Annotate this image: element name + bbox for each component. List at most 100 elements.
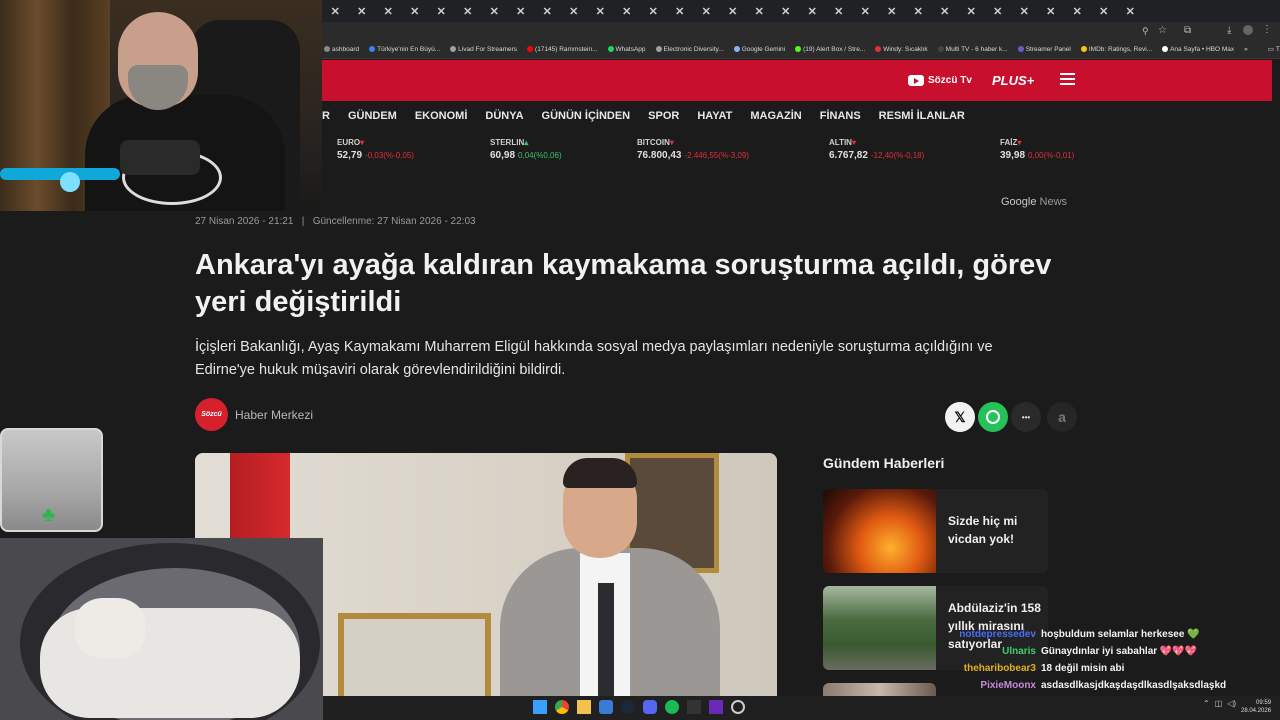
nav-item[interactable]: GÜNÜN İÇİNDEN	[542, 110, 631, 122]
google-news-link[interactable]: Google News	[1001, 196, 1067, 208]
bookmark-star-icon[interactable]: ☆	[1158, 25, 1167, 36]
share-more-button[interactable]: •••	[1011, 402, 1041, 432]
tab-close-icon[interactable]: ✕	[534, 5, 561, 18]
tab-close-icon[interactable]: ✕	[640, 5, 667, 18]
bookmark-item[interactable]: (19) Alert Box / Stre...	[795, 46, 865, 53]
tab-close-icon[interactable]: ✕	[879, 5, 906, 18]
tab-close-icon[interactable]: ✕	[985, 5, 1012, 18]
clock[interactable]: 09:59 28.04.2026	[1241, 699, 1271, 715]
tab-close-icon[interactable]: ✕	[905, 5, 932, 18]
epic-icon[interactable]	[687, 700, 701, 714]
tab-close-icon[interactable]: ✕	[375, 5, 402, 18]
system-tray: ⌃ ◫ ◁)	[1203, 699, 1236, 708]
profile-icon[interactable]	[1243, 25, 1253, 35]
bookmark-item[interactable]: Türkiye'nin En Büyü...	[369, 46, 440, 53]
nav-item[interactable]: FİNANS	[820, 110, 861, 122]
font-size-button[interactable]: a	[1047, 402, 1077, 432]
ticker-direction-icon: ▾	[1017, 138, 1022, 147]
windows-start-icon[interactable]	[533, 700, 547, 714]
ticker-item[interactable]: BITCOIN▾ 76.800,43 -2.446,55(%-3,09)	[637, 138, 749, 161]
bookmark-item[interactable]: WhatsApp	[607, 46, 646, 53]
tray-chevron-icon[interactable]: ⌃	[1203, 699, 1210, 708]
download-icon[interactable]: ⤓	[1227, 25, 1231, 36]
tab-close-icon[interactable]: ✕	[1038, 5, 1065, 18]
zoom-icon[interactable]: ⚲	[1142, 26, 1149, 37]
bookmark-item[interactable]: Multi TV - 6 haber k...	[937, 46, 1008, 53]
tab-close-icon[interactable]: ✕	[1011, 5, 1038, 18]
bookmark-item[interactable]: Electronic Diversity...	[655, 46, 724, 53]
ticker-item[interactable]: STERLIN▴ 60,98 0,04(%0,06)	[490, 138, 562, 161]
tab-close-icon[interactable]: ✕	[773, 5, 800, 18]
tab-close-icon[interactable]: ✕	[508, 5, 535, 18]
sidebar-card[interactable]: Sizde hiç mi vicdan yok!	[823, 489, 1048, 573]
bookmark-item[interactable]: Livad For Streamers	[450, 46, 517, 53]
plus-link[interactable]: PLUS+	[992, 73, 1034, 88]
chat-username: PixieMoonx	[980, 680, 1036, 691]
all-bookmarks-folder[interactable]: ▭Tüm Yer İşaretleri	[1268, 45, 1280, 54]
bookmark-item[interactable]: IMDb: Ratings, Revi...	[1080, 46, 1152, 53]
tab-close-icon[interactable]: ✕	[455, 5, 482, 18]
share-x-button[interactable]: 𝕏	[945, 402, 975, 432]
tab-close-icon[interactable]: ✕	[958, 5, 985, 18]
nav-item[interactable]: RESMİ İLANLAR	[879, 110, 965, 122]
steam-icon[interactable]	[621, 700, 635, 714]
tab-close-icon[interactable]: ✕	[826, 5, 853, 18]
bookmark-item[interactable]: Windy: Sıcaklık	[875, 46, 928, 53]
tab-close-icon[interactable]: ✕	[1117, 5, 1144, 18]
extensions-icon[interactable]: ⧉	[1184, 25, 1191, 36]
nav-item[interactable]: R	[322, 110, 330, 122]
tab-close-icon[interactable]: ✕	[481, 5, 508, 18]
tab-close-icon[interactable]: ✕	[720, 5, 747, 18]
tab-close-icon[interactable]: ✕	[322, 5, 349, 18]
menu-icon[interactable]: ⋮	[1262, 24, 1272, 35]
hamburger-menu-icon[interactable]	[1060, 73, 1075, 85]
author-block[interactable]: Sözcü Haber Merkezi	[195, 398, 313, 431]
chrome-icon[interactable]	[555, 700, 569, 714]
network-icon[interactable]: ◫	[1215, 699, 1223, 708]
bookmark-item[interactable]: Streamer Panel	[1017, 46, 1071, 53]
app-icon[interactable]	[599, 700, 613, 714]
obs-icon[interactable]	[731, 700, 745, 714]
sozcu-tv-link[interactable]: Sözcü Tv	[908, 75, 972, 86]
more-icon: •••	[1021, 412, 1031, 422]
bookmark-favicon-icon	[1162, 46, 1169, 52]
bookmark-item[interactable]: Ana Sayfa • HBO Max	[1162, 46, 1234, 53]
nav-item[interactable]: EKONOMİ	[415, 110, 468, 122]
tab-close-icon[interactable]: ✕	[614, 5, 641, 18]
tab-close-icon[interactable]: ✕	[587, 5, 614, 18]
volume-icon[interactable]: ◁)	[1227, 699, 1236, 708]
nav-item[interactable]: HAYAT	[697, 110, 732, 122]
nav-item[interactable]: DÜNYA	[485, 110, 523, 122]
tab-close-icon[interactable]: ✕	[349, 5, 376, 18]
tab-close-icon[interactable]: ✕	[402, 5, 429, 18]
nav-item[interactable]: MAGAZİN	[750, 110, 801, 122]
author-name: Haber Merkezi	[235, 407, 314, 422]
ticker-item[interactable]: ALTIN▾ 6.767,82 -12,40(%-0,18)	[829, 138, 924, 161]
tab-close-icon[interactable]: ✕	[746, 5, 773, 18]
sozcu-tv-label: Sözcü Tv	[928, 75, 972, 86]
ticker-direction-icon: ▾	[360, 138, 365, 147]
tab-close-icon[interactable]: ✕	[428, 5, 455, 18]
nav-item[interactable]: SPOR	[648, 110, 679, 122]
ticker-item[interactable]: EURO▾ 52,79 -0,03(%-0,05)	[337, 138, 414, 161]
explorer-icon[interactable]	[577, 700, 591, 714]
tab-close-icon[interactable]: ✕	[561, 5, 588, 18]
ticker-item[interactable]: FAİZ▾ 39,98 0,00(%-0,01)	[1000, 138, 1074, 161]
tab-close-icon[interactable]: ✕	[1064, 5, 1091, 18]
tab-close-icon[interactable]: ✕	[693, 5, 720, 18]
bookmark-item[interactable]: Google Gemini	[733, 46, 785, 53]
bookmark-item[interactable]: (17145) Rammstein...	[527, 46, 598, 53]
tab-close-icon[interactable]: ✕	[1091, 5, 1118, 18]
tab-close-icon[interactable]: ✕	[667, 5, 694, 18]
tab-close-icon[interactable]: ✕	[932, 5, 959, 18]
tab-close-icon[interactable]: ✕	[799, 5, 826, 18]
share-whatsapp-button[interactable]	[978, 402, 1008, 432]
bookmark-item[interactable]: ashboard	[324, 46, 359, 53]
bookmarks-overflow-icon[interactable]: »	[1244, 46, 1248, 53]
tab-close-icon[interactable]: ✕	[852, 5, 879, 18]
discord-icon[interactable]	[643, 700, 657, 714]
bookmark-label: Ana Sayfa • HBO Max	[1170, 45, 1235, 53]
spotify-icon[interactable]	[665, 700, 679, 714]
nav-item[interactable]: GÜNDEM	[348, 110, 397, 122]
app2-icon[interactable]	[709, 700, 723, 714]
